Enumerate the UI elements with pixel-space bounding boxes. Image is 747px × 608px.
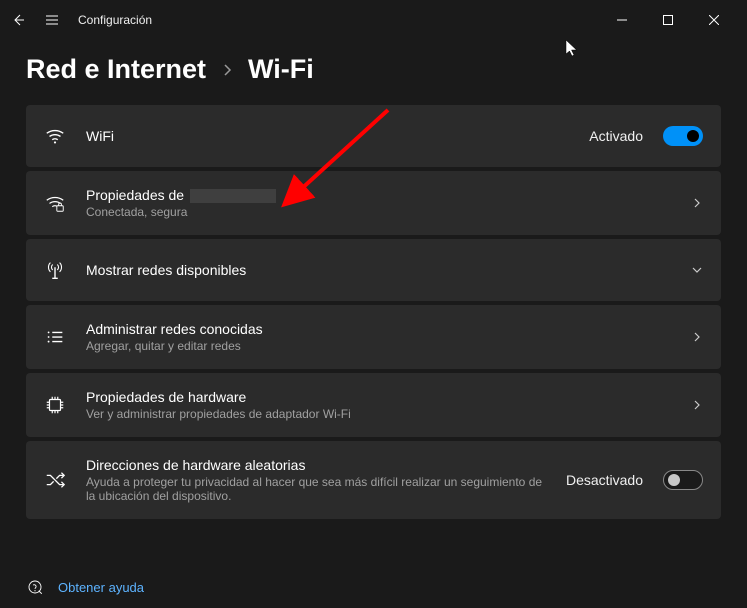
chevron-right-icon	[691, 331, 703, 343]
known-title: Administrar redes conocidas	[86, 321, 671, 337]
wifi-lock-icon	[44, 192, 66, 214]
breadcrumb-current: Wi-Fi	[248, 54, 314, 85]
hardware-sub: Ver y administrar propiedades de adaptad…	[86, 407, 671, 421]
breadcrumb-parent[interactable]: Red e Internet	[26, 54, 206, 85]
random-sub: Ayuda a proteger tu privacidad al hacer …	[86, 475, 546, 503]
titlebar: Configuración	[0, 0, 747, 40]
breadcrumb: Red e Internet Wi-Fi	[0, 40, 747, 105]
row-trailing: Desactivado	[566, 470, 703, 490]
properties-sub: Conectada, segura	[86, 205, 671, 219]
settings-content: WiFi Activado Propiedades de Conectada, …	[0, 105, 747, 519]
wifi-toggle-row[interactable]: WiFi Activado	[26, 105, 721, 167]
hardware-title: Propiedades de hardware	[86, 389, 671, 405]
row-text: Propiedades de hardware Ver y administra…	[86, 389, 671, 421]
chevron-down-icon	[691, 264, 703, 276]
random-state-label: Desactivado	[566, 472, 643, 488]
ssid-redacted	[190, 189, 276, 203]
list-icon	[44, 326, 66, 348]
help-label: Obtener ayuda	[58, 580, 144, 595]
wifi-state-label: Activado	[589, 128, 643, 144]
wifi-icon	[44, 125, 66, 147]
chevron-right-icon	[222, 63, 232, 77]
chevron-right-icon	[691, 197, 703, 209]
wifi-toggle[interactable]	[663, 126, 703, 146]
row-text: Propiedades de Conectada, segura	[86, 187, 671, 219]
row-text: WiFi	[86, 128, 569, 144]
known-sub: Agregar, quitar y editar redes	[86, 339, 671, 353]
properties-title: Propiedades de	[86, 187, 671, 203]
chevron-right-icon	[691, 399, 703, 411]
maximize-button[interactable]	[645, 4, 691, 36]
known-networks-row[interactable]: Administrar redes conocidas Agregar, qui…	[26, 305, 721, 369]
chip-icon	[44, 394, 66, 416]
row-trailing: Activado	[589, 126, 703, 146]
close-button[interactable]	[691, 4, 737, 36]
menu-button[interactable]	[44, 12, 60, 28]
wifi-properties-row[interactable]: Propiedades de Conectada, segura	[26, 171, 721, 235]
row-text: Administrar redes conocidas Agregar, qui…	[86, 321, 671, 353]
random-mac-row[interactable]: Direcciones de hardware aleatorias Ayuda…	[26, 441, 721, 519]
back-button[interactable]	[10, 12, 26, 28]
window-controls	[599, 4, 737, 36]
hardware-properties-row[interactable]: Propiedades de hardware Ver y administra…	[26, 373, 721, 437]
row-text: Mostrar redes disponibles	[86, 262, 671, 278]
random-title: Direcciones de hardware aleatorias	[86, 457, 546, 473]
titlebar-left: Configuración	[10, 12, 152, 28]
row-text: Direcciones de hardware aleatorias Ayuda…	[86, 457, 546, 503]
available-networks-row[interactable]: Mostrar redes disponibles	[26, 239, 721, 301]
random-mac-toggle[interactable]	[663, 470, 703, 490]
window-title: Configuración	[78, 13, 152, 27]
minimize-button[interactable]	[599, 4, 645, 36]
help-icon	[26, 578, 44, 596]
shuffle-icon	[44, 469, 66, 491]
available-title: Mostrar redes disponibles	[86, 262, 671, 278]
properties-title-prefix: Propiedades de	[86, 187, 188, 203]
get-help-link[interactable]: Obtener ayuda	[26, 578, 144, 596]
wifi-title: WiFi	[86, 128, 569, 144]
antenna-icon	[44, 259, 66, 281]
